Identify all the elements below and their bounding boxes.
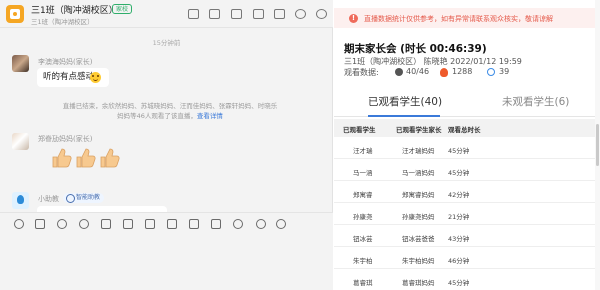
time-separator: 15分钟前 [152,39,181,47]
system-message-line: 直播已结束，余欣然妈妈、苏城晓妈妈、汪而佳妈妈、张霖轩妈妈、时晓乐 [62,102,278,110]
smart-assistant-tag: 智能助教 [63,193,105,203]
message-sender: 小助教 [38,195,59,203]
people-icon [395,68,403,76]
yen-icon[interactable] [256,219,266,229]
message-sender: 郑眷劢妈妈(家长) [38,135,93,143]
checkin-icon[interactable] [209,9,220,19]
student-name: 郑寓睿 [353,191,373,199]
viewers-count: 40/46 [406,67,430,76]
comment-icon [487,68,495,76]
watch-duration: 42分钟 [448,191,470,199]
table-row[interactable]: 朱宇柏 朱宇柏妈妈 46分钟 [334,247,600,269]
voice-icon[interactable] [276,219,286,229]
table-row[interactable]: 葛睿琪 葛睿琪妈妈 45分钟 [334,269,600,290]
watch-duration: 21分钟 [448,213,470,221]
table-row[interactable]: 孙康尧 孙康尧妈妈 21分钟 [334,203,600,225]
comments-count: 39 [499,67,510,76]
watch-duration: 46分钟 [448,257,470,265]
table-row[interactable]: 钮冰芸 钮冰芸爸爸 43分钟 [334,225,600,247]
column-header: 已观看学生家长 [396,126,442,134]
settings-icon[interactable] [316,9,327,19]
column-header: 已观看学生 [343,126,376,134]
chat-header: 三1班（陶冲湖校区） 家校 三1班（陶冲湖校区） [0,0,333,28]
warning-text: 直播数据统计仅供参考，如有异常请联系观众核实，敬请谅解 [364,15,553,23]
checklist-icon[interactable] [211,219,221,229]
student-name: 孙康尧 [353,213,373,221]
scrollbar[interactable] [595,0,600,290]
watch-duration: 45分钟 [448,169,470,177]
student-name: 汪才瑞 [353,147,373,155]
assistant-avatar[interactable] [12,192,29,209]
folder-icon[interactable] [253,9,264,19]
chat-window: 三1班（陶冲湖校区） 家校 三1班（陶冲湖校区） 15分钟前 李澳海妈妈(家长)… [0,0,333,290]
thumbs-up-icon[interactable] [50,147,72,169]
group-name[interactable]: 三1班（陶冲湖校区） [31,3,118,16]
active-tab-indicator [368,115,440,117]
group-subtitle: 三1班（陶冲湖校区） [31,18,94,26]
student-name: 朱宇柏 [353,257,373,265]
student-tabs: 已观看学生(40) 未观看学生(6) [334,87,600,117]
tab-watched[interactable]: 已观看学生(40) [368,94,442,109]
parent-name: 汪才瑞妈妈 [402,147,435,155]
video-icon[interactable] [145,219,155,229]
input-toolbar [0,212,333,234]
meeting-meta: 三1班（陶冲湖校区） 陈晓艳 2022/01/12 19:59 [344,57,522,66]
watch-duration: 45分钟 [448,147,470,155]
group-type-badge: 家校 [112,4,133,14]
parent-name: 马一涵妈妈 [402,169,435,177]
student-name: 葛睿琪 [353,279,373,287]
parent-name: 郑寓睿妈妈 [402,191,435,199]
folder-icon[interactable] [101,219,111,229]
live-icon[interactable] [188,9,199,19]
table-row[interactable]: 汪才瑞 汪才瑞妈妈 45分钟 [334,137,600,159]
scrollbar-thumb[interactable] [596,124,599,166]
homework-icon[interactable] [274,9,285,19]
watch-duration: 45分钟 [448,279,470,287]
parent-name: 朱宇柏妈妈 [402,257,435,265]
message-input[interactable] [0,234,333,290]
thumbs-up-icon[interactable] [98,147,120,169]
column-header: 观看总时长 [448,126,481,134]
parent-name: 葛睿琪妈妈 [402,279,435,287]
table-row[interactable]: 马一涵 马一涵妈妈 45分钟 [334,159,600,181]
parent-name: 孙康尧妈妈 [402,213,435,221]
lightning-icon[interactable] [167,219,177,229]
parent-name: 钮冰芸爸爸 [402,235,435,243]
system-message-line: 妈妈等46人观看了该直播， [117,112,197,120]
add-member-icon[interactable] [295,9,306,19]
emoji-icon[interactable] [14,219,24,229]
live-stats-panel: ! 直播数据统计仅供参考，如有异常请联系观众核实，敬请谅解 期末家长会 (时长 … [334,0,600,290]
message-sender: 李澳海妈妈(家长) [38,58,93,66]
likes-count: 1288 [452,67,473,76]
like-icon[interactable] [35,219,45,229]
view-details-link[interactable]: 查看详情 [197,112,223,120]
avatar[interactable] [12,55,29,72]
announcement-icon[interactable] [231,9,242,19]
document-icon[interactable] [189,219,199,229]
message-bubble[interactable]: 听的有点感动 [37,68,109,87]
warning-banner: ! 直播数据统计仅供参考，如有异常请联系观众核实，敬请谅解 [334,8,600,28]
flame-icon [440,68,448,77]
student-name: 钮冰芸 [353,235,373,243]
avatar[interactable] [12,133,29,150]
gift-icon[interactable] [233,219,243,229]
scissors-icon[interactable] [57,219,67,229]
meeting-title: 期末家长会 (时长 00:46:39) [344,43,487,55]
tab-unwatched[interactable]: 未观看学生(6) [502,94,569,109]
message-list[interactable]: 15分钟前 李澳海妈妈(家长) 听的有点感动 直播已结束，余欣然妈妈、苏城晓妈妈… [0,29,333,212]
message-text: 听的有点感动 [43,72,95,82]
student-name: 马一涵 [353,169,373,177]
calendar-icon[interactable] [123,219,133,229]
smiley-icon [90,72,101,83]
class-group-icon [10,9,20,19]
mention-icon[interactable] [79,219,89,229]
stats-label: 观看数据: [344,68,379,77]
group-avatar[interactable] [6,5,24,23]
thumbs-up-icon[interactable] [74,147,96,169]
watch-duration: 43分钟 [448,235,470,243]
table-header: 已观看学生 已观看学生家长 观看总时长 [334,119,600,137]
system-message: 直播已结束，余欣然妈妈、苏城晓妈妈、汪而佳妈妈、张霖轩妈妈、时晓乐 妈妈等46人… [40,101,300,121]
table-row[interactable]: 郑寓睿 郑寓睿妈妈 42分钟 [334,181,600,203]
warning-icon: ! [349,14,358,23]
